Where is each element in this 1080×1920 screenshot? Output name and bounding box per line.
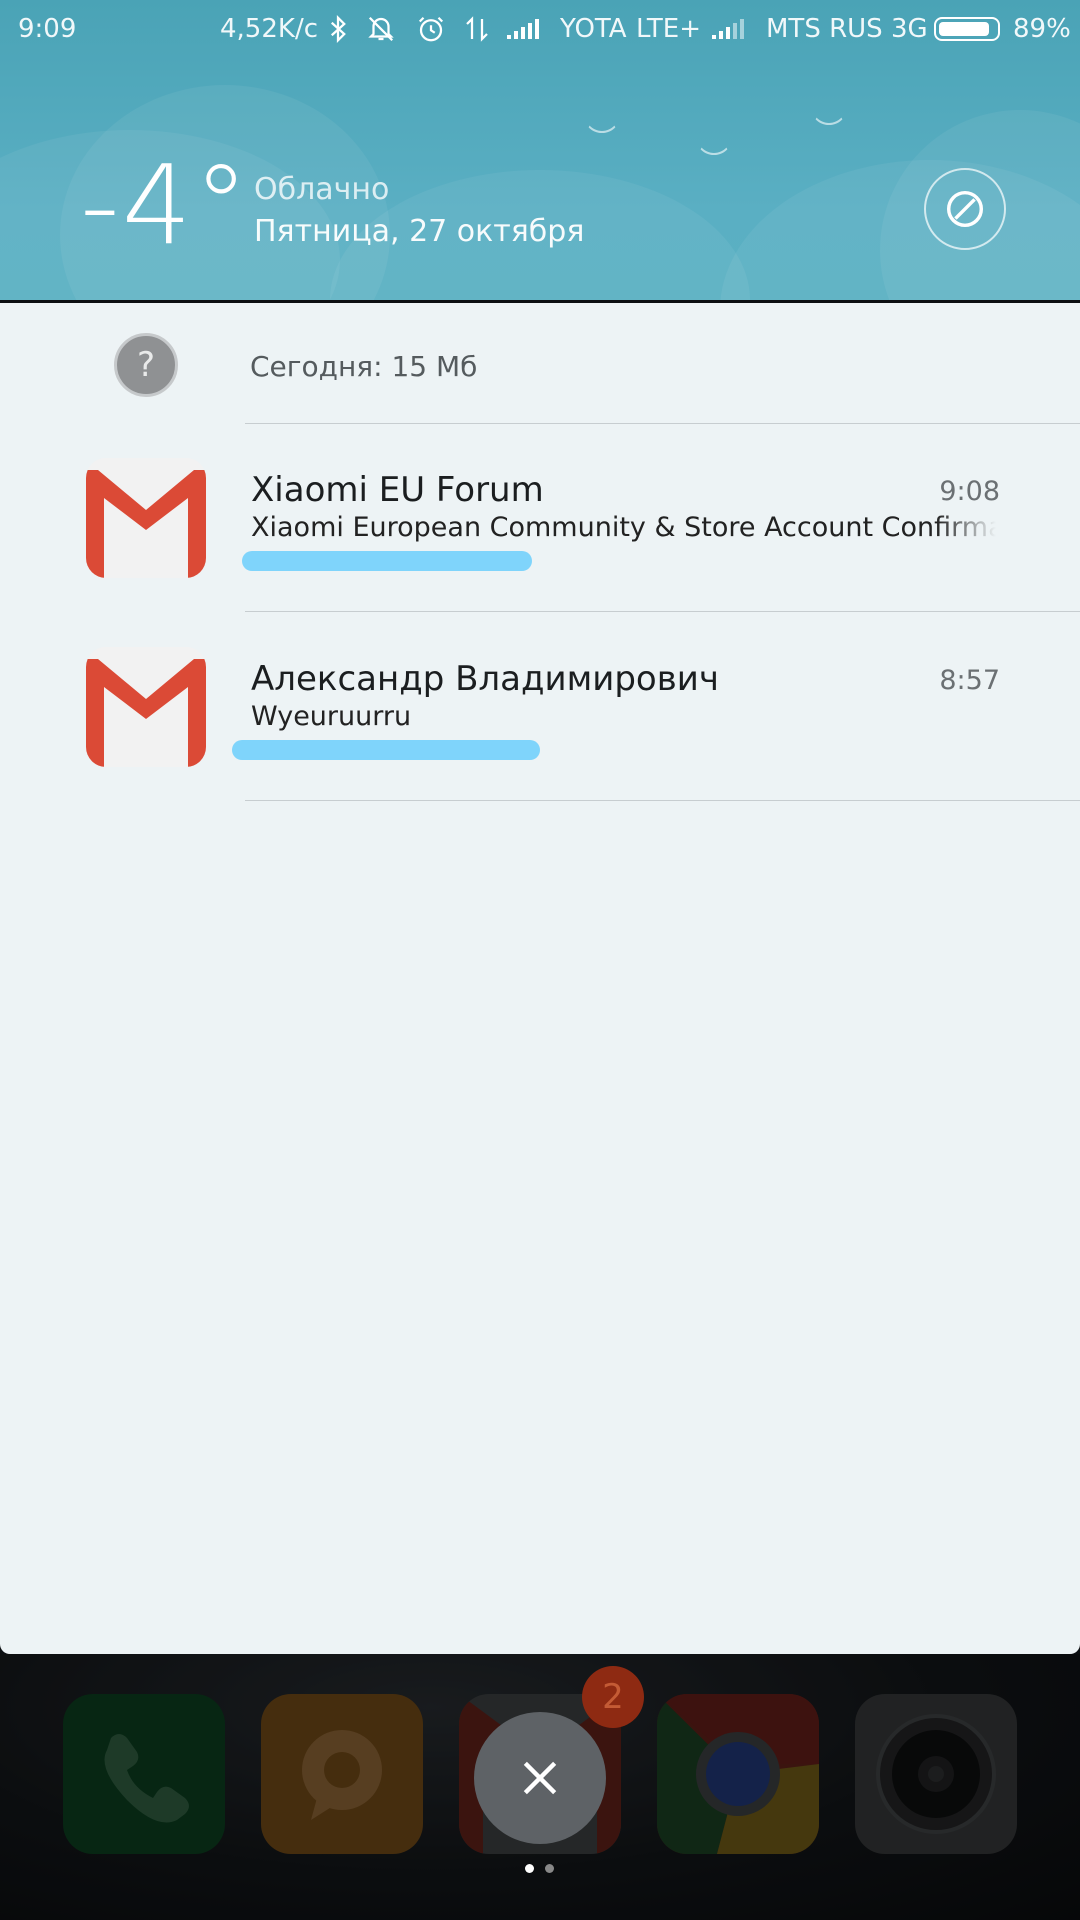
redaction-scribble <box>242 551 532 571</box>
divider <box>245 800 1080 801</box>
weather-header: ︶ ︶ ︶ 9:09 4,52K/c YOTA LTE+ MTS RUS 3G … <box>0 0 1080 300</box>
unread-badge: 2 <box>582 1666 644 1728</box>
battery-icon <box>934 17 1000 41</box>
close-icon <box>523 1761 557 1795</box>
clear-notifications-button[interactable] <box>924 168 1006 250</box>
redaction-scribble <box>232 740 540 760</box>
page-indicator <box>545 1864 554 1873</box>
bird-decoration: ︶ <box>588 123 617 156</box>
help-icon: ? <box>114 333 178 397</box>
notification-body: Wyeuruurru <box>251 701 412 732</box>
vibrate-off-icon <box>368 16 394 42</box>
data-usage-text[interactable]: Сегодня: 15 Мб <box>250 350 477 383</box>
temperature: -4° <box>80 141 251 269</box>
block-icon <box>946 190 984 228</box>
notification-title: Xiaomi EU Forum <box>251 470 544 510</box>
battery-percent: 89% <box>1013 14 1071 44</box>
page-indicator-active <box>525 1864 534 1873</box>
carrier-2: MTS RUS 3G <box>766 14 928 44</box>
notification-title: Александр Владимирович <box>251 659 719 699</box>
gmail-icon <box>86 647 206 767</box>
network-speed: 4,52K/c <box>220 14 318 44</box>
status-time: 9:09 <box>18 14 77 44</box>
bird-decoration: ︶ <box>815 115 844 148</box>
notification-time: 8:57 <box>939 665 1000 696</box>
bird-decoration: ︶ <box>700 145 729 178</box>
weather-condition: Облачно <box>254 172 390 207</box>
weather-date: Пятница, 27 октября <box>254 214 585 249</box>
notification-body: Xiaomi European Community & Store Accoun… <box>251 512 996 543</box>
gmail-icon <box>86 458 206 578</box>
bluetooth-icon <box>330 15 346 43</box>
close-button[interactable] <box>474 1712 606 1844</box>
divider <box>245 611 1080 612</box>
divider <box>245 423 1080 424</box>
signal-icon-sim2 <box>712 19 744 39</box>
signal-icon-sim1 <box>507 19 539 39</box>
notification-time: 9:08 <box>939 476 1000 507</box>
carrier-1: YOTA <box>560 14 627 44</box>
alarm-icon <box>418 16 444 42</box>
data-transfer-icon <box>466 16 488 42</box>
status-bar: 9:09 4,52K/c YOTA LTE+ MTS RUS 3G 89% <box>0 0 1080 60</box>
network-type-1: LTE+ <box>636 14 701 44</box>
